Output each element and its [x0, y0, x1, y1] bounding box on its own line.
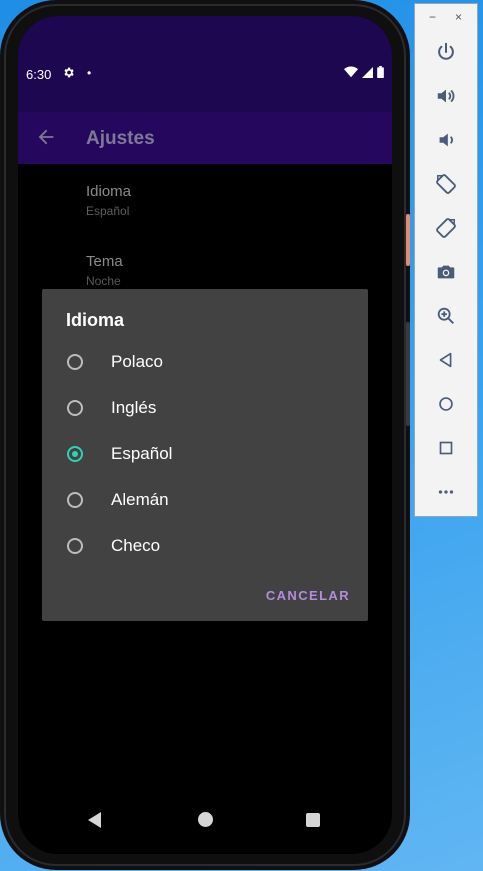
option-label: Español: [111, 444, 173, 463]
status-icons: [344, 66, 384, 78]
preference-title: Tema: [86, 253, 123, 270]
preference-title: Idioma: [86, 183, 132, 200]
nav-recents-icon[interactable]: [306, 813, 320, 827]
cancel-button[interactable]: CANCELAR: [266, 588, 350, 603]
screen: 6:30 • Ajustes Idioma Español Tema Noche: [18, 16, 392, 854]
zoom-icon[interactable]: [432, 302, 460, 330]
more-icon[interactable]: [432, 478, 460, 506]
option-label: Checo: [111, 536, 161, 555]
status-bar: 6:30 •: [18, 16, 392, 112]
power-icon[interactable]: [432, 38, 460, 66]
volume-side-button: [406, 322, 410, 426]
wifi-icon: [344, 66, 358, 78]
dialog-title: Idioma: [66, 310, 125, 330]
phone-frame: 6:30 • Ajustes Idioma Español Tema Noche: [4, 4, 406, 866]
power-side-button: [406, 214, 410, 266]
option-ingles[interactable]: Inglés: [42, 385, 368, 431]
volume-up-icon[interactable]: [432, 82, 460, 110]
preference-language[interactable]: Idioma Español: [86, 183, 131, 218]
arrow-left-icon[interactable]: [35, 126, 59, 150]
navigation-bar: [18, 800, 392, 840]
back-icon[interactable]: [432, 346, 460, 374]
status-time: 6:30: [26, 67, 52, 82]
camera-icon[interactable]: [432, 258, 460, 286]
preference-summary: Español: [86, 204, 130, 218]
preference-summary: Noche: [86, 274, 121, 288]
radio-button[interactable]: [67, 354, 83, 370]
notification-dot: •: [87, 66, 92, 80]
radio-button[interactable]: [67, 400, 83, 416]
overview-icon[interactable]: [432, 434, 460, 462]
option-label: Polaco: [111, 352, 163, 371]
radio-button-checked[interactable]: [67, 446, 83, 462]
app-bar: Ajustes: [18, 112, 392, 164]
option-checo[interactable]: Checo: [42, 523, 368, 569]
rotate-left-icon[interactable]: [432, 170, 460, 198]
volume-down-icon[interactable]: [432, 126, 460, 154]
radio-button[interactable]: [67, 492, 83, 508]
battery-icon: [377, 66, 384, 78]
home-icon[interactable]: [432, 390, 460, 418]
nav-home-icon[interactable]: [198, 812, 213, 827]
language-dialog: Idioma Polaco Inglés Español Alemán Chec…: [42, 289, 368, 621]
option-label: Inglés: [111, 398, 157, 417]
minimize-button[interactable]: −: [429, 10, 436, 24]
nav-back-icon[interactable]: [88, 812, 101, 828]
settings-icon: [62, 66, 75, 82]
signal-icon: [362, 66, 373, 78]
preference-theme[interactable]: Tema Noche: [86, 253, 123, 288]
option-aleman[interactable]: Alemán: [42, 477, 368, 523]
option-label: Alemán: [111, 490, 169, 509]
emulator-toolbar: − ×: [414, 3, 478, 517]
option-espanol[interactable]: Español: [42, 431, 368, 477]
radio-button[interactable]: [67, 538, 83, 554]
page-title: Ajustes: [86, 128, 155, 149]
option-polaco[interactable]: Polaco: [42, 339, 368, 385]
close-button[interactable]: ×: [455, 10, 462, 24]
rotate-right-icon[interactable]: [432, 214, 460, 242]
